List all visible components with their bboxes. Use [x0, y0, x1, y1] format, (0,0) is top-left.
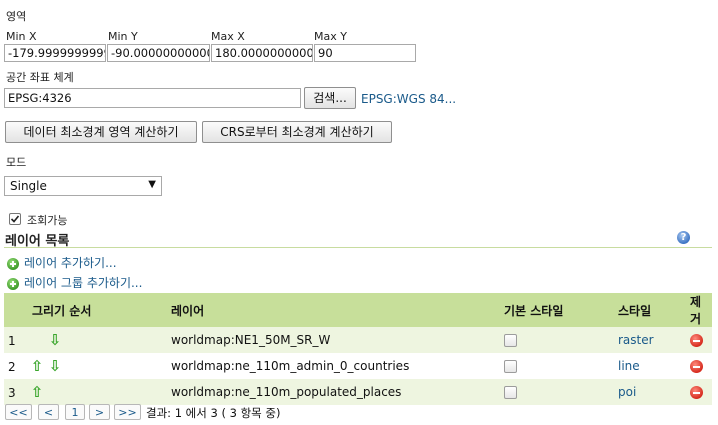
max-y-label: Max Y	[314, 30, 347, 43]
column-layer: 레이어	[167, 293, 500, 327]
check-icon	[10, 215, 20, 223]
prev-page-button[interactable]: <	[38, 404, 59, 420]
add-icon	[7, 257, 19, 270]
order-number: 2	[8, 360, 16, 374]
queryable-checkbox[interactable]	[9, 213, 21, 225]
layer-name: worldmap:ne_110m_populated_places	[167, 379, 500, 405]
max-y-input[interactable]: 90	[314, 44, 416, 62]
table-header-row: 그리기 순서 레이어 기본 스타일 스타일 제거	[4, 293, 712, 327]
default-style-cell	[500, 379, 614, 405]
page-1-button[interactable]: 1	[65, 404, 85, 420]
min-y-label: Min Y	[108, 30, 138, 43]
layers-table: 그리기 순서 레이어 기본 스타일 스타일 제거 1⇧⇩ worldmap:NE…	[4, 293, 712, 405]
add-layer-link[interactable]: 레이어 추가하기...	[7, 254, 117, 271]
mode-select[interactable]: Single ▼	[4, 176, 162, 196]
column-remove: 제거	[686, 293, 712, 327]
remove-icon[interactable]	[690, 360, 703, 373]
mode-label: 모드	[6, 156, 27, 169]
order-number: 1	[8, 334, 16, 348]
draw-order-cell: 3⇧⇩	[4, 379, 167, 405]
move-up-icon[interactable]: ⇧	[28, 383, 46, 401]
crs-search-button[interactable]: 검색...	[304, 87, 356, 109]
layer-list-divider	[4, 247, 712, 248]
min-x-input[interactable]: -179.99999999999	[4, 44, 106, 62]
add-icon	[7, 277, 19, 290]
remove-icon[interactable]	[690, 386, 703, 399]
pager-summary: 결과: 1 에서 3 ( 3 항목 중)	[146, 406, 281, 420]
max-x-label: Max X	[211, 30, 245, 43]
table-row: 1⇧⇩ worldmap:NE1_50M_SR_W raster	[4, 327, 712, 353]
move-down-icon[interactable]: ⇩	[46, 331, 64, 349]
add-layer-label: 레이어 추가하기...	[24, 256, 117, 270]
crs-wgs84-link[interactable]: EPSG:WGS 84...	[361, 92, 456, 106]
add-layer-group-label: 레이어 그룹 추가하기...	[24, 276, 143, 290]
first-page-button[interactable]: <<	[5, 404, 32, 420]
add-layer-group-link[interactable]: 레이어 그룹 추가하기...	[7, 274, 142, 291]
column-style: 스타일	[614, 293, 686, 327]
layer-name: worldmap:NE1_50M_SR_W	[167, 327, 500, 353]
default-style-checkbox[interactable]	[504, 334, 517, 347]
default-style-cell	[500, 353, 614, 379]
last-page-button[interactable]: >>	[114, 404, 141, 420]
help-icon[interactable]: ?	[677, 231, 690, 244]
min-y-input[interactable]: -90.0000000000000	[107, 44, 210, 62]
remove-icon[interactable]	[690, 334, 703, 347]
column-default-style: 기본 스타일	[500, 293, 614, 327]
draw-order-cell: 1⇧⇩	[4, 327, 167, 353]
column-draw-order: 그리기 순서	[4, 293, 167, 327]
min-x-label: Min X	[6, 30, 37, 43]
style-link[interactable]: poi	[618, 385, 636, 399]
default-style-cell	[500, 327, 614, 353]
chevron-down-icon: ▼	[148, 179, 156, 190]
compute-from-crs-button[interactable]: CRS로부터 최소경계 계산하기	[202, 121, 392, 143]
order-number: 3	[8, 386, 16, 400]
crs-label: 공간 좌표 체계	[6, 71, 74, 84]
default-style-checkbox[interactable]	[504, 360, 517, 373]
extent-section-label: 영역	[6, 10, 27, 23]
style-link[interactable]: raster	[618, 333, 654, 347]
default-style-checkbox[interactable]	[504, 386, 517, 399]
move-up-icon[interactable]: ⇧	[28, 357, 46, 375]
style-link[interactable]: line	[618, 359, 640, 373]
table-row: 2 ⇧ ⇩ worldmap:ne_110m_admin_0_countries l…	[4, 353, 712, 379]
next-page-button[interactable]: >	[89, 404, 110, 420]
draw-order-cell: 2 ⇧ ⇩	[4, 353, 167, 379]
crs-input[interactable]: EPSG:4326	[4, 88, 301, 108]
move-down-icon[interactable]: ⇩	[46, 357, 64, 375]
mode-select-value: Single	[10, 179, 47, 193]
queryable-label: 조회가능	[27, 214, 68, 227]
compute-from-data-button[interactable]: 데이터 최소경계 영역 계산하기	[5, 121, 197, 143]
max-x-input[interactable]: 180.000000000000	[211, 44, 313, 62]
table-row: 3⇧⇩ worldmap:ne_110m_populated_places po…	[4, 379, 712, 405]
layer-name: worldmap:ne_110m_admin_0_countries	[167, 353, 500, 379]
